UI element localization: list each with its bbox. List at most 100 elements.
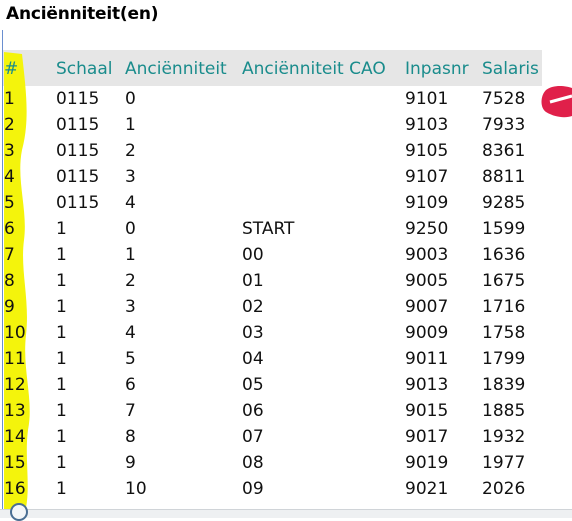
- table-cell-inpasnr: 9003: [405, 245, 449, 265]
- table-cell-anciennity: 4: [125, 193, 136, 213]
- table-cell-anciennity-cao: 02: [242, 297, 264, 317]
- table-cell-anciennity-cao: 08: [242, 453, 264, 473]
- table-cell-schaal: 1: [56, 323, 67, 343]
- table-cell-row-number: 7: [4, 245, 15, 265]
- table-cell-anciennity: 8: [125, 427, 136, 447]
- table-cell-anciennity: 3: [125, 297, 136, 317]
- table-cell-inpasnr: 9105: [405, 141, 449, 161]
- table-cell-row-number: 8: [4, 271, 15, 291]
- table-cell-inpasnr: 9015: [405, 401, 449, 421]
- scroll-handle-icon[interactable]: [10, 503, 28, 521]
- table-cell-row-number: 6: [4, 219, 15, 239]
- table-cell-anciennity: 0: [125, 219, 136, 239]
- table-cell-inpasnr: 9250: [405, 219, 449, 239]
- table-cell-salaris: 1977: [482, 453, 526, 473]
- column-header-anciennity[interactable]: Anciënniteit: [125, 59, 227, 79]
- table-cell-inpasnr: 9109: [405, 193, 449, 213]
- table-cell-row-number: 2: [4, 115, 15, 135]
- table-cell-salaris: 9285: [482, 193, 526, 213]
- table-cell-schaal: 1: [56, 375, 67, 395]
- table-cell-salaris: 1675: [482, 271, 526, 291]
- table-cell-anciennity-cao: 06: [242, 401, 264, 421]
- table-cell-row-number: 13: [4, 401, 26, 421]
- table-cell-schaal: 1: [56, 427, 67, 447]
- table-cell-row-number: 9: [4, 297, 15, 317]
- table-cell-anciennity: 2: [125, 141, 136, 161]
- table-cell-row-number: 1: [4, 89, 15, 109]
- table-cell-row-number: 4: [4, 167, 15, 187]
- table-cell-inpasnr: 9009: [405, 323, 449, 343]
- table-cell-anciennity: 4: [125, 323, 136, 343]
- table-cell-row-number: 12: [4, 375, 26, 395]
- table-cell-anciennity-cao: 00: [242, 245, 264, 265]
- table-cell-row-number: 10: [4, 323, 26, 343]
- table-cell-inpasnr: 9107: [405, 167, 449, 187]
- table-cell-schaal: 1: [56, 349, 67, 369]
- table-cell-inpasnr: 9011: [405, 349, 449, 369]
- table-cell-salaris: 7528: [482, 89, 526, 109]
- column-header-schaal[interactable]: Schaal: [56, 59, 112, 79]
- table-cell-schaal: 1: [56, 401, 67, 421]
- table-cell-salaris: 1758: [482, 323, 526, 343]
- table-cell-salaris: 1599: [482, 219, 526, 239]
- table-cell-anciennity: 9: [125, 453, 136, 473]
- table-cell-anciennity-cao: 04: [242, 349, 264, 369]
- column-header-salaris[interactable]: Salaris: [482, 59, 539, 79]
- table-cell-anciennity: 5: [125, 349, 136, 369]
- table-cell-anciennity-cao: 09: [242, 479, 264, 499]
- table-cell-anciennity: 1: [125, 245, 136, 265]
- table-cell-salaris: 1885: [482, 401, 526, 421]
- table-cell-salaris: 1636: [482, 245, 526, 265]
- table-cell-anciennity: 1: [125, 115, 136, 135]
- table-cell-schaal: 0115: [56, 167, 100, 187]
- table-cell-inpasnr: 9013: [405, 375, 449, 395]
- table-cell-schaal: 0115: [56, 141, 100, 161]
- table-cell-inpasnr: 9017: [405, 427, 449, 447]
- table-cell-schaal: 1: [56, 271, 67, 291]
- table-cell-row-number: 15: [4, 453, 26, 473]
- table-cell-salaris: 8361: [482, 141, 526, 161]
- column-header-inpasnr[interactable]: Inpasnr: [405, 59, 469, 79]
- table-cell-anciennity-cao: 01: [242, 271, 264, 291]
- table-cell-inpasnr: 9021: [405, 479, 449, 499]
- table-cell-schaal: 1: [56, 479, 67, 499]
- table-cell-salaris: 1932: [482, 427, 526, 447]
- table-cell-schaal: 1: [56, 453, 67, 473]
- table-cell-anciennity: 3: [125, 167, 136, 187]
- table-cell-anciennity: 7: [125, 401, 136, 421]
- table-cell-schaal: 0115: [56, 115, 100, 135]
- table-cell-inpasnr: 9101: [405, 89, 449, 109]
- table-cell-anciennity-cao: 03: [242, 323, 264, 343]
- table-cell-salaris: 1839: [482, 375, 526, 395]
- table-cell-anciennity: 2: [125, 271, 136, 291]
- table-cell-anciennity: 10: [125, 479, 147, 499]
- table-cell-schaal: 1: [56, 297, 67, 317]
- table-cell-schaal: 1: [56, 219, 67, 239]
- table-cell-anciennity-cao: START: [242, 219, 295, 239]
- table-cell-row-number: 11: [4, 349, 26, 369]
- table-cell-salaris: 7933: [482, 115, 526, 135]
- table-cell-row-number: 5: [4, 193, 15, 213]
- table-cell-schaal: 1: [56, 245, 67, 265]
- table-cell-salaris: 1716: [482, 297, 526, 317]
- table-cell-inpasnr: 9019: [405, 453, 449, 473]
- table-cell-schaal: 0115: [56, 193, 100, 213]
- table-cell-row-number: 3: [4, 141, 15, 161]
- table-cell-inpasnr: 9007: [405, 297, 449, 317]
- table-cell-row-number: 14: [4, 427, 26, 447]
- table-cell-anciennity-cao: 05: [242, 375, 264, 395]
- table-cell-row-number: 16: [4, 479, 26, 499]
- table-cell-inpasnr: 9005: [405, 271, 449, 291]
- table-cell-schaal: 0115: [56, 89, 100, 109]
- column-header-anciennity-cao[interactable]: Anciënniteit CAO: [242, 59, 386, 79]
- section-title: Anciënniteit(en): [6, 4, 159, 24]
- column-header-row-number[interactable]: #: [4, 59, 18, 79]
- red-annotation-mark: [541, 86, 572, 118]
- table-cell-salaris: 2026: [482, 479, 526, 499]
- table-cell-salaris: 8811: [482, 167, 526, 187]
- table-cell-anciennity: 0: [125, 89, 136, 109]
- table-cell-inpasnr: 9103: [405, 115, 449, 135]
- table-cell-anciennity: 6: [125, 375, 136, 395]
- table-cell-anciennity-cao: 07: [242, 427, 264, 447]
- table-cell-salaris: 1799: [482, 349, 526, 369]
